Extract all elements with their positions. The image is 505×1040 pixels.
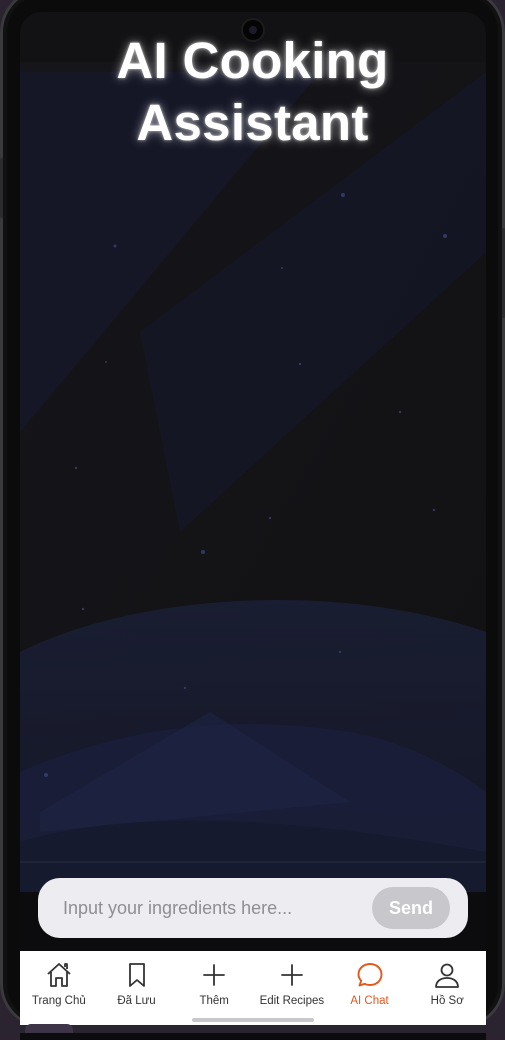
home-indicator[interactable] bbox=[192, 1018, 314, 1022]
page-title: AI Cooking Assistant bbox=[116, 32, 389, 151]
bookmark-icon bbox=[128, 963, 145, 987]
tab-label: Hồ Sơ bbox=[430, 995, 464, 1007]
tab-ai-chat[interactable]: AI Chat bbox=[331, 951, 409, 1025]
plus-icon bbox=[203, 964, 226, 986]
volume-button bbox=[0, 158, 3, 218]
tab-label: Thêm bbox=[199, 995, 229, 1007]
home-icon bbox=[47, 963, 71, 987]
bottom-tab-bar: Trang Chủ Đã Lưu Thêm Edit Recipes AI Ch… bbox=[20, 951, 486, 1025]
tab-edit-recipes[interactable]: Edit Recipes bbox=[253, 951, 331, 1025]
tab-label: Trang Chủ bbox=[31, 995, 86, 1007]
tab-profile[interactable]: Hồ Sơ bbox=[408, 951, 486, 1025]
tab-home[interactable]: Trang Chủ bbox=[20, 951, 98, 1025]
chat-bubble-icon bbox=[357, 963, 382, 987]
send-button[interactable]: Send bbox=[372, 887, 450, 929]
plus-icon bbox=[280, 964, 303, 986]
chat-input-bar: Send bbox=[38, 878, 468, 938]
tab-saved[interactable]: Đã Lưu bbox=[98, 951, 176, 1025]
tab-label: AI Chat bbox=[350, 995, 389, 1007]
tab-add[interactable]: Thêm bbox=[175, 951, 253, 1025]
tab-label: Đã Lưu bbox=[117, 995, 156, 1007]
taskbar-strip bbox=[0, 1025, 505, 1033]
taskbar-tab bbox=[25, 1024, 73, 1033]
tab-label: Edit Recipes bbox=[259, 995, 325, 1007]
ingredients-input[interactable] bbox=[61, 896, 372, 920]
person-icon bbox=[435, 963, 460, 988]
